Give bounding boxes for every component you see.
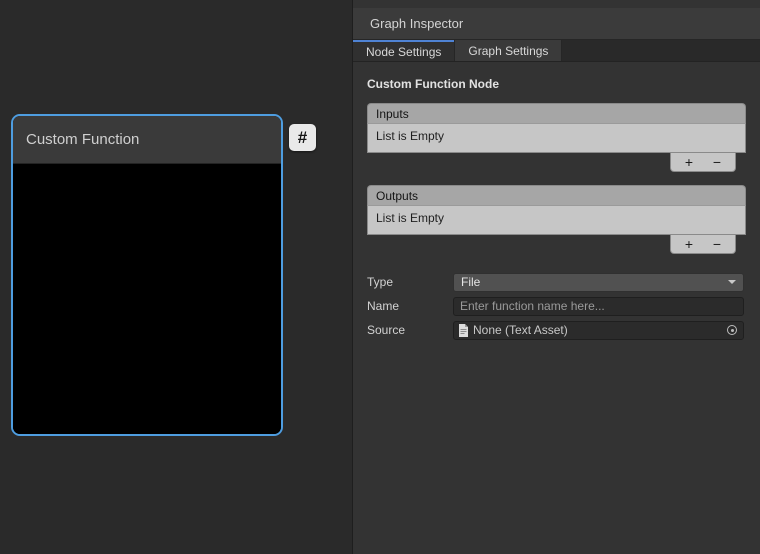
panel-title-bar[interactable]: Graph Inspector	[353, 8, 760, 40]
graph-canvas[interactable]: Custom Function #	[0, 0, 352, 554]
source-row: Source None (Text Asset)	[353, 318, 760, 342]
source-object-field[interactable]: None (Text Asset)	[453, 321, 744, 340]
name-label: Name	[367, 299, 453, 313]
tab-node-settings[interactable]: Node Settings	[353, 40, 454, 61]
type-row: Type File	[353, 270, 760, 294]
outputs-list: Outputs List is Empty + −	[367, 185, 746, 254]
type-label: Type	[367, 275, 453, 289]
type-dropdown-value: File	[461, 275, 480, 289]
inputs-list-empty: List is Empty	[367, 123, 746, 153]
node-header[interactable]: Custom Function	[13, 116, 281, 164]
name-row: Name	[353, 294, 760, 318]
outputs-list-empty: List is Empty	[367, 205, 746, 235]
inputs-list-header: Inputs	[367, 103, 746, 123]
chevron-down-icon	[728, 280, 736, 284]
object-picker-icon[interactable]	[724, 323, 740, 338]
type-dropdown[interactable]: File	[453, 273, 744, 292]
node-body	[13, 164, 281, 434]
node-title: Custom Function	[26, 131, 139, 148]
add-output-button[interactable]: +	[679, 237, 699, 251]
tab-graph-settings[interactable]: Graph Settings	[454, 40, 562, 61]
outputs-list-footer: + −	[670, 235, 736, 254]
inspector-tabs: Node Settings Graph Settings	[353, 40, 760, 62]
function-name-input[interactable]	[453, 297, 744, 316]
outputs-list-header: Outputs	[367, 185, 746, 205]
inputs-list: Inputs List is Empty + −	[367, 103, 746, 172]
hash-glyph: #	[298, 128, 307, 148]
graph-inspector-panel: Graph Inspector Node Settings Graph Sett…	[352, 0, 760, 554]
hash-badge-icon[interactable]: #	[289, 124, 316, 151]
tab-label: Graph Settings	[468, 44, 548, 58]
add-input-button[interactable]: +	[679, 155, 699, 169]
property-fields: Type File Name Source	[353, 270, 760, 342]
inputs-list-footer: + −	[670, 153, 736, 172]
remove-output-button[interactable]: −	[707, 237, 727, 251]
custom-function-node[interactable]: Custom Function	[11, 114, 283, 436]
source-label: Source	[367, 323, 453, 337]
panel-title: Graph Inspector	[370, 16, 463, 31]
source-object-value: None (Text Asset)	[473, 323, 568, 337]
section-title: Custom Function Node	[367, 77, 746, 91]
tab-label: Node Settings	[366, 45, 441, 59]
remove-input-button[interactable]: −	[707, 155, 727, 169]
text-asset-icon	[458, 324, 469, 337]
